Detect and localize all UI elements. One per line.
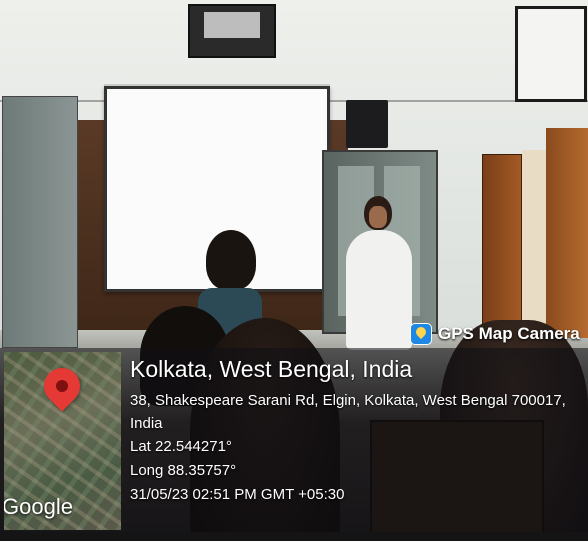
timestamp: 31/05/23 02:51 PM GMT +05:30 <box>130 486 345 503</box>
location-address: 38, Shakespeare Sarani Rd, Elgin, Kolkat… <box>130 392 566 432</box>
map-brand-label: Google <box>4 494 73 519</box>
wooden-door-right <box>546 128 588 338</box>
speaker <box>346 100 388 148</box>
steel-cabinet <box>2 96 78 348</box>
map-pin-dot <box>56 380 68 392</box>
location-info: Kolkata, West Bengal, India 38, Shakespe… <box>130 356 586 507</box>
latitude: Lat 22.544271° <box>130 438 232 455</box>
wall-picture-frame <box>188 4 276 58</box>
gps-map-camera-icon <box>410 323 432 345</box>
location-title: Kolkata, West Bengal, India <box>130 356 413 382</box>
map-thumbnail: Google <box>4 352 121 530</box>
wooden-door <box>482 154 522 336</box>
watermark-label: GPS Map Camera <box>438 324 580 343</box>
longitude: Long 88.35757° <box>130 462 237 479</box>
classroom-photo: GPS Map Camera Google Kolkata, West Beng… <box>0 0 588 541</box>
presenter <box>338 196 420 356</box>
doorway <box>522 150 548 340</box>
wall-poster <box>515 6 587 102</box>
bottom-border <box>0 532 588 541</box>
gps-map-camera-watermark: GPS Map Camera <box>410 320 580 348</box>
